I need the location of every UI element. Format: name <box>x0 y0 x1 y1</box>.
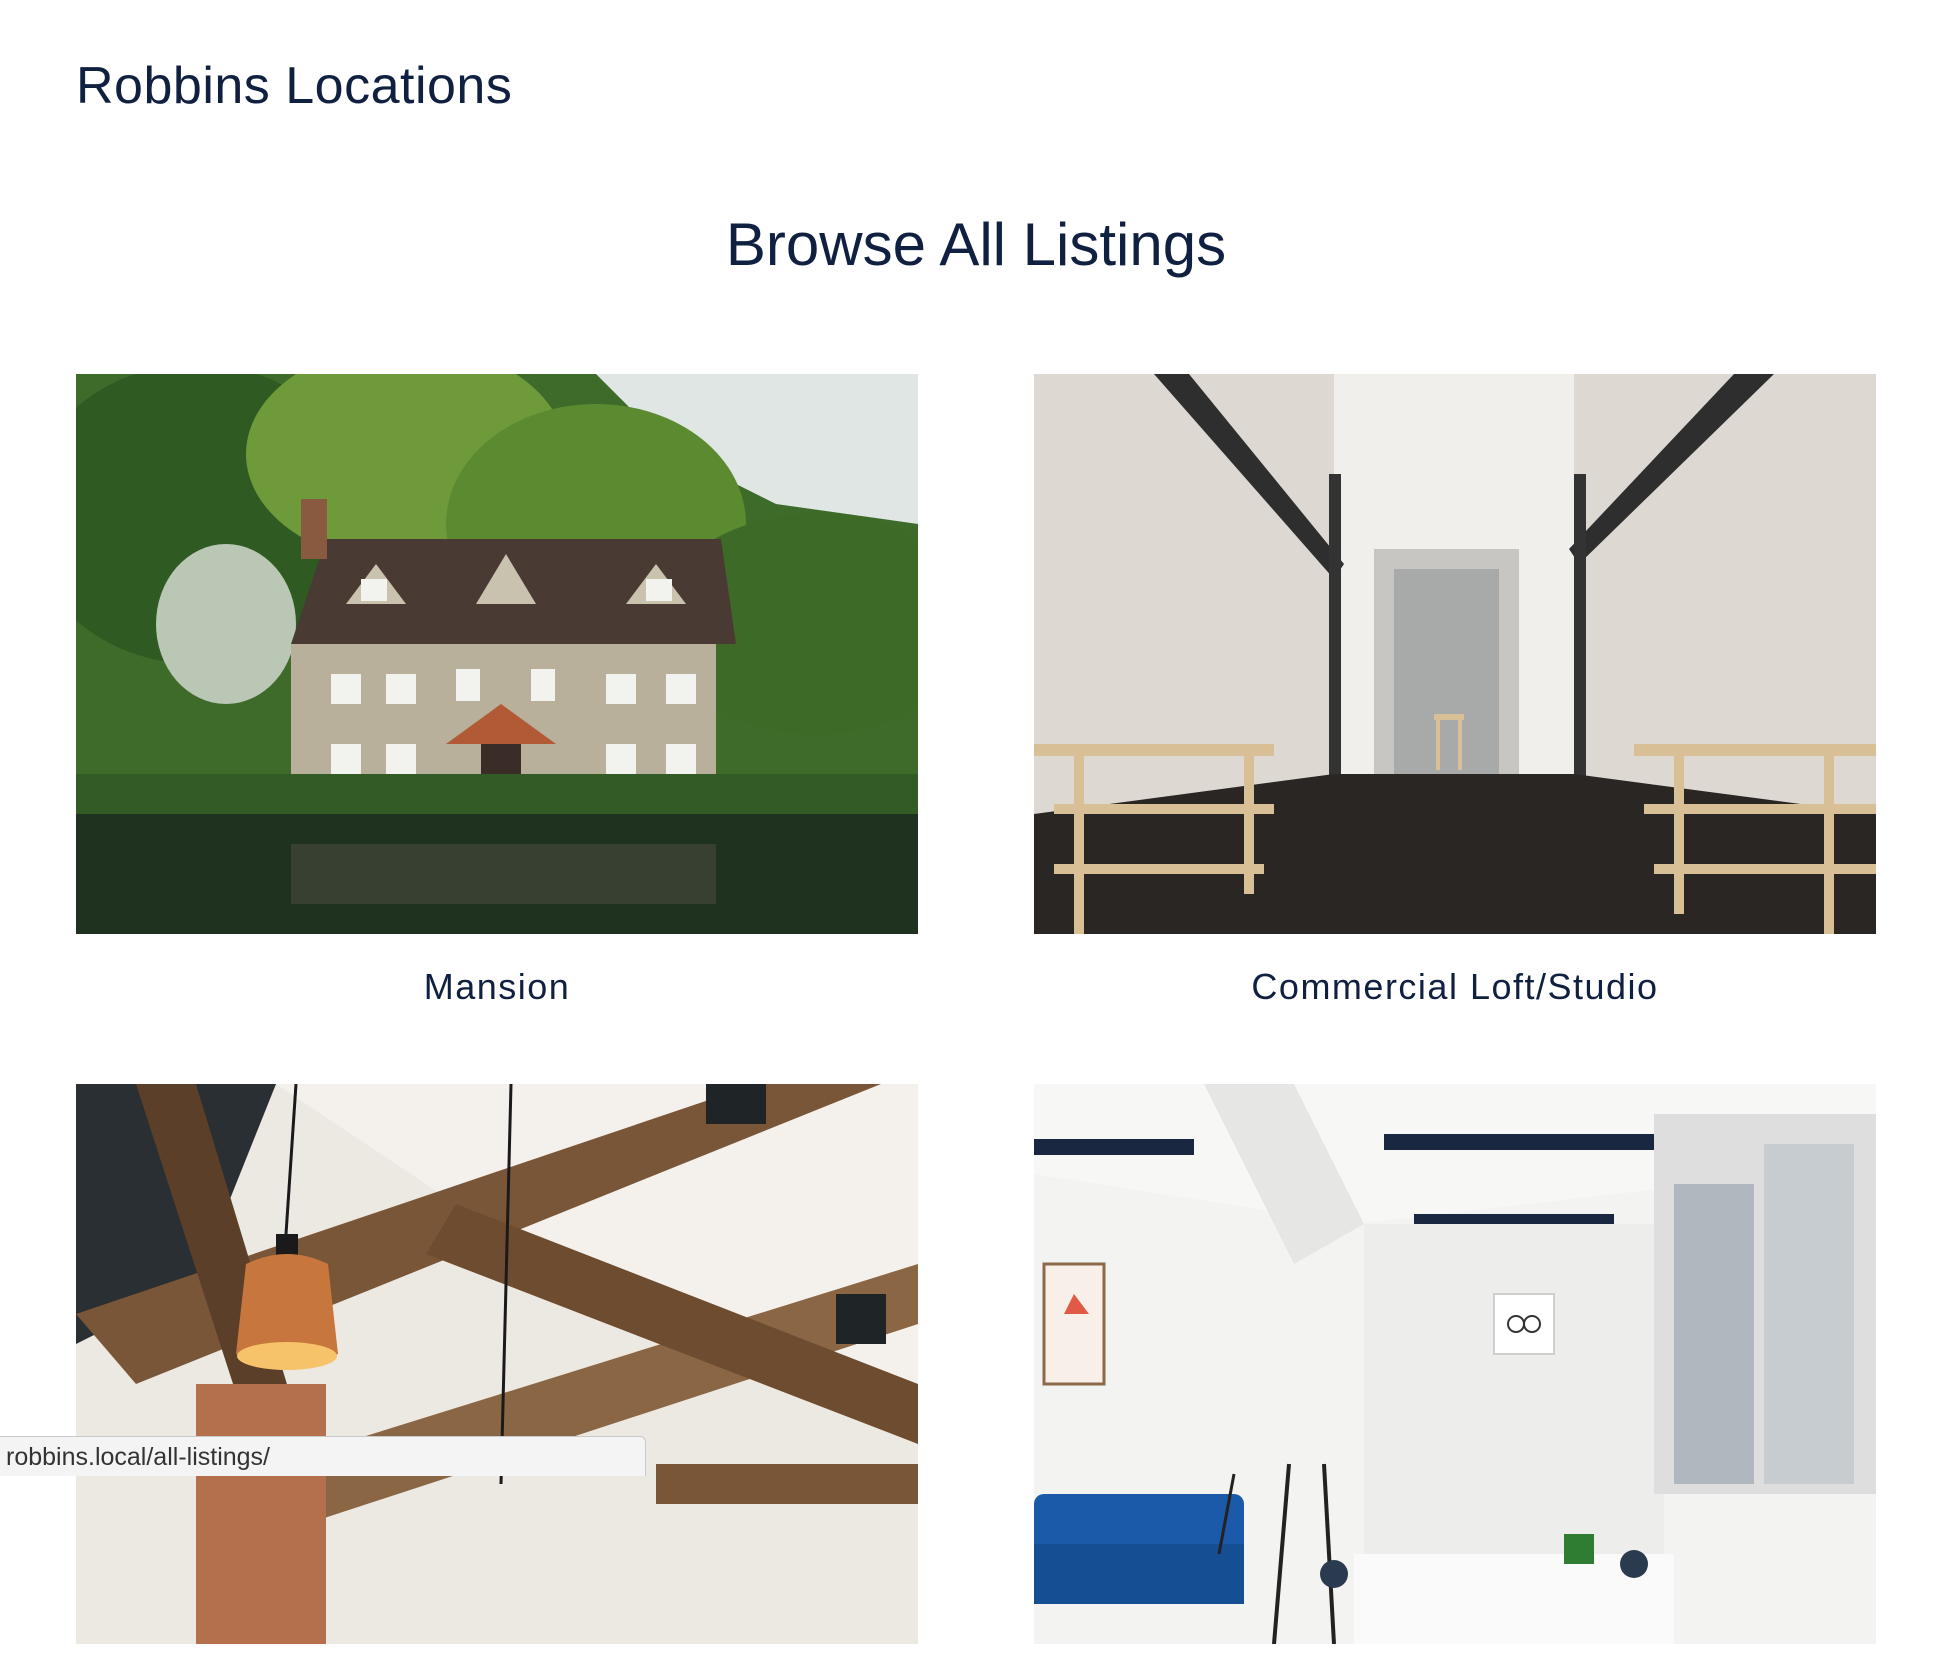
listing-label[interactable]: Commercial Loft/Studio <box>1034 966 1876 1008</box>
site-title[interactable]: Robbins Locations <box>76 56 512 116</box>
status-bar-url: robbins.local/all-listings/ <box>0 1436 646 1476</box>
house-by-lake-photo[interactable] <box>76 374 918 934</box>
listing-card-3[interactable] <box>76 1084 918 1676</box>
white-office-room-photo[interactable] <box>1034 1084 1876 1644</box>
wooden-beams-pendant-lamp-photo[interactable] <box>76 1084 918 1644</box>
page-heading: Browse All Listings <box>725 211 1227 278</box>
listing-card-commercial-loft-studio[interactable]: Commercial Loft/Studio <box>1034 374 1876 1008</box>
listing-card-mansion[interactable]: Mansion <box>76 374 918 1008</box>
listing-label[interactable]: Mansion <box>76 966 918 1008</box>
loft-studio-interior-photo[interactable] <box>1034 374 1876 934</box>
listing-card-4[interactable] <box>1034 1084 1876 1676</box>
